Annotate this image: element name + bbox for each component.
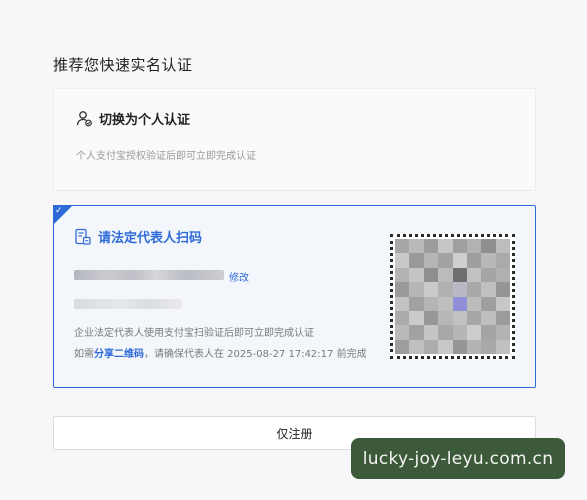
qr-pixel	[409, 296, 424, 311]
qr-pixel	[409, 239, 424, 254]
qr-pixel	[481, 253, 496, 268]
personal-option-description: 个人支付宝授权验证后即可立即完成认证	[76, 151, 256, 162]
qr-pixel	[452, 325, 467, 340]
qr-pixel	[438, 325, 453, 340]
qr-pixel	[438, 267, 453, 283]
qr-pixel	[481, 282, 496, 297]
qr-pixel	[495, 239, 510, 254]
qr-pixel	[423, 310, 439, 326]
qr-pixel	[409, 267, 424, 283]
redacted-rep-name	[74, 270, 224, 280]
qr-pixel	[409, 325, 424, 340]
qr-pixel	[438, 296, 453, 311]
qr-pixel	[495, 282, 510, 297]
qr-pixel	[481, 310, 496, 326]
qr-pixel	[452, 282, 467, 297]
note-prefix: 如需	[74, 349, 94, 360]
legal-option-label: 请法定代表人扫码	[98, 231, 203, 246]
qr-pixel	[466, 239, 482, 254]
qr-pixel	[409, 253, 424, 268]
qr-pixel	[452, 296, 467, 311]
checkmark-icon: ✓	[55, 206, 63, 216]
qr-pixel	[423, 325, 439, 340]
legal-option-note: 如需分享二维码，请确保代表人在 2025-08-27 17:42:17 前完成	[74, 345, 367, 360]
qr-pixel	[466, 267, 482, 283]
qr-pixel	[466, 310, 482, 326]
qr-pixel	[452, 253, 467, 268]
qr-pixel	[395, 325, 410, 340]
qr-pixel	[423, 239, 439, 254]
legal-rep-verification-option[interactable]: ✓ 请法定代表人扫码 修改 企业法定代表人使用支付宝扫验证后即可立即完成认证 如…	[53, 205, 536, 388]
qr-pixel	[438, 339, 453, 354]
qr-pixel	[466, 253, 482, 268]
qr-pixel	[423, 339, 439, 354]
legal-option-header: 请法定代表人扫码	[74, 227, 202, 246]
redacted-rep-id	[74, 299, 182, 309]
page-title: 推荐您快速实名认证	[53, 56, 193, 74]
qr-pixel	[452, 310, 467, 326]
qr-pixel	[423, 253, 439, 268]
qr-pixel	[409, 339, 424, 354]
qr-pixel	[452, 239, 467, 254]
qr-pixel	[481, 239, 496, 254]
qr-code	[390, 234, 515, 359]
share-qr-link[interactable]: 分享二维码	[94, 349, 144, 360]
qr-pixel	[495, 267, 510, 283]
qr-pixel	[409, 310, 424, 326]
document-scan-icon	[74, 228, 92, 246]
qr-pixel	[466, 339, 482, 354]
edit-rep-link[interactable]: 修改	[229, 269, 249, 284]
qr-pixel	[481, 325, 496, 340]
personal-option-label: 切换为个人认证	[99, 113, 191, 128]
qr-pixel	[395, 282, 410, 297]
qr-pixel	[481, 296, 496, 311]
qr-pixel	[481, 267, 496, 283]
note-suffix: ，请确保代表人在 2025-08-27 17:42:17 前完成	[144, 349, 367, 360]
qr-pixel	[438, 253, 453, 268]
qr-pixel	[495, 310, 510, 326]
qr-pixel	[438, 310, 453, 326]
qr-pixel	[466, 282, 482, 297]
qr-pixel	[395, 310, 410, 326]
legal-option-description: 企业法定代表人使用支付宝扫验证后即可立即完成认证	[74, 328, 314, 339]
qr-pixel	[466, 325, 482, 340]
qr-code-pattern	[395, 239, 510, 354]
qr-pixel	[395, 239, 410, 254]
qr-pixel	[452, 339, 467, 354]
qr-pixel	[495, 296, 510, 311]
qr-pixel	[466, 296, 482, 311]
user-verify-icon	[76, 110, 93, 127]
personal-verification-option[interactable]: 切换为个人认证 个人支付宝授权验证后即可立即完成认证	[53, 88, 536, 191]
qr-pixel	[438, 282, 453, 297]
qr-pixel	[423, 296, 439, 311]
qr-pixel	[395, 253, 410, 268]
watermark: lucky-joy-leyu.com.cn	[351, 438, 565, 479]
qr-pixel	[395, 296, 410, 311]
selected-corner-badge: ✓	[53, 205, 73, 225]
qr-pixel	[423, 282, 439, 297]
qr-pixel	[495, 339, 510, 354]
qr-pixel	[495, 325, 510, 340]
qr-pixel	[395, 339, 410, 354]
qr-pixel	[438, 239, 453, 254]
personal-option-header: 切换为个人认证	[76, 109, 190, 128]
qr-pixel	[495, 253, 510, 268]
qr-pixel	[409, 282, 424, 297]
qr-pixel	[481, 339, 496, 354]
qr-pixel	[452, 267, 467, 283]
qr-pixel	[395, 267, 410, 283]
qr-pixel	[423, 267, 439, 283]
